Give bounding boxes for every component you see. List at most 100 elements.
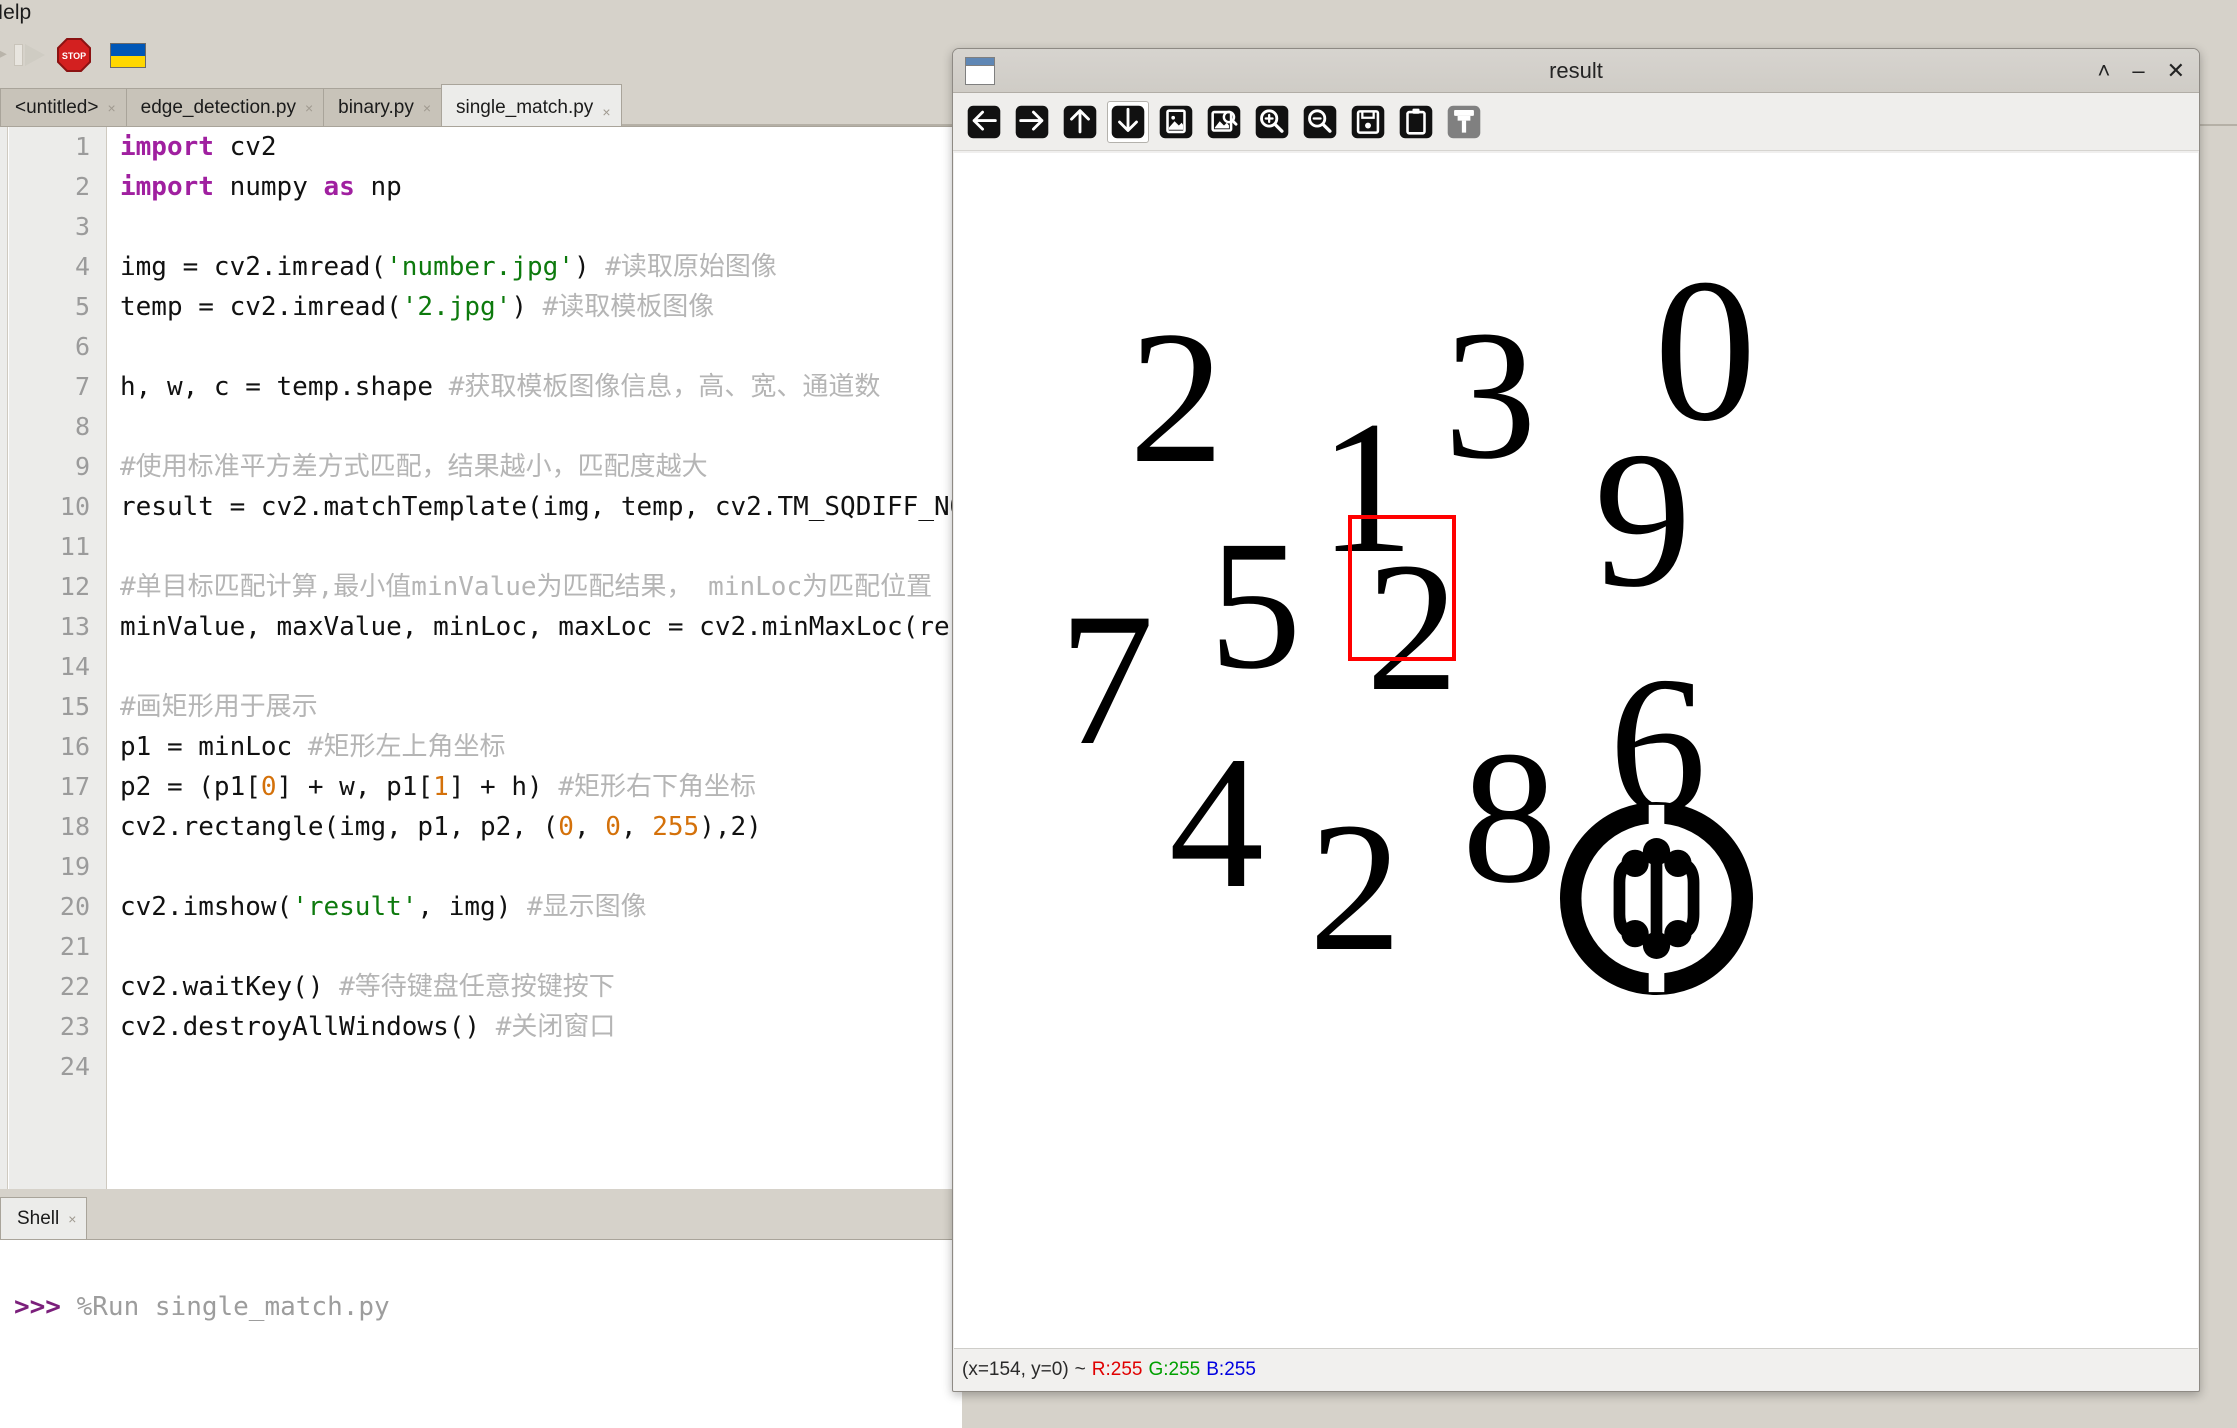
save-icon[interactable] <box>1347 101 1389 143</box>
code-line: result = cv2.matchTemplate(img, temp, cv… <box>120 487 962 527</box>
digit: 7 <box>1059 575 1154 785</box>
result-window-titlebar[interactable]: result ˄ – ✕ <box>953 49 2199 93</box>
zoom-in-icon[interactable] <box>1251 101 1293 143</box>
close-icon[interactable]: ✕ <box>2167 60 2185 82</box>
editor-tab-label: binary.py <box>338 96 414 118</box>
code-token: h, w, c = temp.shape <box>120 372 449 402</box>
shell-prompt: >>> <box>14 1292 61 1322</box>
ukraine-flag-icon[interactable] <box>110 43 146 68</box>
fit-image-icon[interactable] <box>1155 101 1197 143</box>
line-number: 5 <box>74 292 90 321</box>
code-token: 0 <box>260 772 277 802</box>
code-line: p1 = minLoc #矩形左上角坐标 <box>120 727 962 767</box>
minimize-icon[interactable]: – <box>2132 60 2144 82</box>
code-token: 'number.jpg' <box>386 252 574 282</box>
rollup-icon[interactable]: ˄ <box>2097 60 2110 82</box>
line-number: 20 <box>59 892 90 921</box>
editor-tab-label: edge_detection.py <box>140 96 296 118</box>
code-token: #等待键盘任意按键按下 <box>339 972 615 1002</box>
down-icon[interactable] <box>1107 100 1149 143</box>
shell-tab-label: Shell <box>17 1207 60 1229</box>
copy-icon[interactable] <box>1395 101 1437 143</box>
close-icon[interactable]: × <box>423 101 431 115</box>
code-token: #读取原始图像 <box>605 252 777 282</box>
shell-tab[interactable]: Shell × <box>0 1197 88 1239</box>
editor-tab-binary[interactable]: binary.py × <box>323 88 443 126</box>
line-number: 4 <box>74 252 90 281</box>
code-line: cv2.waitKey() #等待键盘任意按键按下 <box>120 967 962 1007</box>
code-line: import cv2 <box>120 127 962 167</box>
code-token: cv2 <box>229 132 277 162</box>
editor-tab-label: single_match.py <box>456 97 594 118</box>
code-line: minValue, maxValue, minLoc, maxLoc = cv2… <box>120 607 962 647</box>
menu-item-help[interactable]: Help <box>0 0 31 28</box>
template-match-rectangle <box>1348 515 1456 661</box>
line-number: 21 <box>59 932 90 961</box>
code-text[interactable]: import cv2 import numpy as np img = cv2.i… <box>110 127 962 1189</box>
line-number: 13 <box>59 612 90 641</box>
line-number: 22 <box>59 972 90 1001</box>
code-token: cv2.waitKey() <box>120 972 340 1002</box>
code-editor[interactable]: 1 2 3 4 5 6 7 8 9 10 11 12 13 14 15 16 17 18 19 20 21 22 23 24 … <box>0 126 962 1189</box>
pixel-red-value: R:255 <box>1091 1358 1143 1380</box>
editor-tab-untitled[interactable]: <untitled> × <box>0 88 127 126</box>
shell-tab-strip: Shell × <box>0 1197 962 1239</box>
close-icon[interactable]: × <box>305 101 313 115</box>
inspect-image-icon[interactable] <box>1203 101 1245 143</box>
code-token: #关闭窗口 <box>495 1012 616 1042</box>
line-number: 8 <box>74 412 90 441</box>
forward-icon[interactable] <box>1011 101 1053 143</box>
close-icon[interactable]: × <box>602 105 610 119</box>
result-window-toolbar <box>953 93 2199 151</box>
editor-tab-edge-detection[interactable]: edge_detection.py × <box>125 88 325 126</box>
editor-tab-single-match[interactable]: single_match.py × <box>441 84 622 126</box>
line-number: 2 <box>74 172 90 201</box>
shell-output-pane[interactable]: >>> %Run single_match.py <box>0 1239 962 1428</box>
code-token: import <box>120 132 230 162</box>
code-token: #显示图像 <box>527 892 647 922</box>
up-icon[interactable] <box>1059 101 1101 143</box>
pixel-blue-value: B:255 <box>1206 1358 1256 1380</box>
line-number: 15 <box>59 692 90 721</box>
digit: 5 <box>1209 503 1302 708</box>
editor-left-margin <box>0 127 8 1189</box>
code-line: h, w, c = temp.shape #获取模板图像信息，高、宽、通道数 <box>120 367 962 407</box>
line-number: 12 <box>59 572 90 601</box>
close-icon[interactable]: × <box>68 1212 76 1226</box>
image-canvas[interactable]: 213095764282 <box>954 153 2198 1349</box>
result-image-window[interactable]: result ˄ – ✕ 213095764282 (x=154, y=0) ~… <box>952 48 2200 1392</box>
code-token: 255 <box>652 812 700 842</box>
back-icon[interactable] <box>963 101 1005 143</box>
code-token: ) <box>511 292 543 322</box>
line-number: 19 <box>59 852 90 881</box>
code-token: ] + h) <box>448 772 559 802</box>
menu-bar: Help <box>0 0 2237 30</box>
resume-icon[interactable] <box>14 44 48 66</box>
cursor-coordinates: (x=154, y=0) <box>962 1358 1069 1380</box>
shell-command: %Run single_match.py <box>76 1292 390 1322</box>
code-line: img = cv2.imread('number.jpg') #读取原始图像 <box>120 247 962 287</box>
code-token: p2 = (p1[ <box>120 772 261 802</box>
line-number: 1 <box>74 132 90 161</box>
line-number: 16 <box>59 732 90 761</box>
code-line: cv2.imshow('result', img) #显示图像 <box>120 887 962 927</box>
debug-icon[interactable]: ▶ <box>0 42 8 64</box>
digit: 2 <box>1129 293 1224 503</box>
close-icon[interactable]: × <box>107 101 115 115</box>
code-token: 0 <box>605 812 621 842</box>
zoom-out-icon[interactable] <box>1299 101 1341 143</box>
status-separator: ~ <box>1074 1358 1086 1380</box>
code-token: cv2.imshow( <box>120 892 293 922</box>
stop-icon[interactable]: STOP <box>57 38 91 72</box>
line-number-gutter: 1 2 3 4 5 6 7 8 9 10 11 12 13 14 15 16 17 18 19 20 21 22 23 24 <box>9 127 107 1189</box>
code-token: #矩形左上角坐标 <box>307 732 506 762</box>
code-token: as <box>323 172 371 202</box>
paint-icon[interactable] <box>1443 101 1485 143</box>
code-token: p1 = minLoc <box>120 732 308 762</box>
code-token: ] + w, p1[ <box>276 772 434 802</box>
code-token: #使用标准平方差方式匹配，结果越小，匹配度越大 <box>120 452 708 482</box>
line-number: 11 <box>59 532 90 561</box>
digit: 9 <box>1594 412 1692 628</box>
